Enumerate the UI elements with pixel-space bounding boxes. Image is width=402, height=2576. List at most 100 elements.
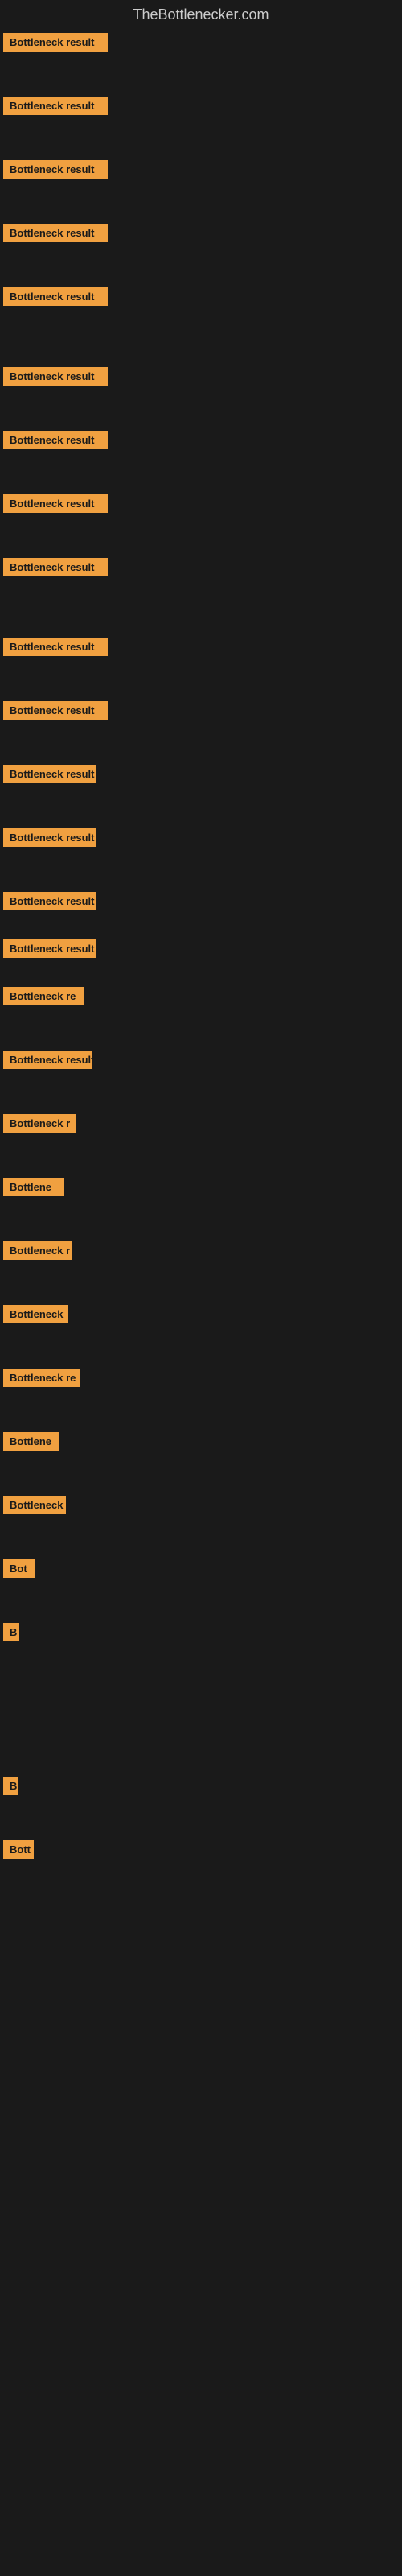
bottleneck-result-label[interactable]: Bottleneck result xyxy=(3,701,108,720)
bottleneck-result-label[interactable]: Bottlene xyxy=(3,1178,64,1196)
spacer xyxy=(0,312,402,328)
bottleneck-item: Bottleneck result xyxy=(0,424,402,456)
bottleneck-item: Bottleneck result xyxy=(0,217,402,249)
bottleneck-result-label[interactable]: Bottleneck xyxy=(3,1496,66,1514)
bottleneck-item: Bottleneck re xyxy=(0,980,402,1012)
bottom-spacer xyxy=(0,1865,402,2348)
bottleneck-result-label[interactable]: Bottleneck xyxy=(3,1305,68,1323)
bottleneck-result-label[interactable]: Bottleneck result xyxy=(3,494,108,513)
bottleneck-result-label[interactable]: B xyxy=(3,1777,18,1795)
bottleneck-item: Bottleneck result xyxy=(0,695,402,726)
bottleneck-item: Bottleneck result xyxy=(0,361,402,392)
spacer xyxy=(0,1537,402,1553)
spacer xyxy=(0,265,402,281)
spacer xyxy=(0,1282,402,1298)
spacer xyxy=(0,869,402,886)
spacer xyxy=(0,535,402,551)
bottleneck-item: Bottleneck result xyxy=(0,551,402,583)
items-container: Bottleneck result Bottleneck result Bottle… xyxy=(0,27,402,2348)
spacer xyxy=(0,1722,402,1738)
bottleneck-result-label[interactable]: Bottleneck result xyxy=(3,892,96,910)
spacer xyxy=(0,1155,402,1171)
bottleneck-item: Bottleneck result xyxy=(0,1044,402,1075)
bottleneck-item: Bottleneck result xyxy=(0,631,402,663)
spacer xyxy=(0,790,402,806)
bottleneck-item: Bottlene xyxy=(0,1171,402,1203)
bottleneck-result-label[interactable]: Bottleneck result xyxy=(3,939,96,958)
spacer xyxy=(0,615,402,631)
bottleneck-item: Bottleneck xyxy=(0,1298,402,1330)
spacer xyxy=(0,328,402,345)
bottleneck-result-label[interactable]: Bottleneck result xyxy=(3,367,108,386)
bottleneck-result-label[interactable]: Bottleneck result xyxy=(3,287,108,306)
bottleneck-result-label[interactable]: Bottleneck result xyxy=(3,765,96,783)
bottleneck-item: Bottleneck r xyxy=(0,1108,402,1139)
spacer xyxy=(0,392,402,408)
spacer xyxy=(0,663,402,679)
spacer xyxy=(0,472,402,488)
bottleneck-result-label[interactable]: Bottleneck result xyxy=(3,97,108,115)
spacer xyxy=(0,408,402,424)
spacer xyxy=(0,1203,402,1219)
spacer xyxy=(0,806,402,822)
spacer xyxy=(0,599,402,615)
spacer xyxy=(0,1393,402,1410)
bottleneck-item: Bottlene xyxy=(0,1426,402,1457)
spacer xyxy=(0,74,402,90)
spacer xyxy=(0,456,402,472)
bottleneck-result-label[interactable]: Bottleneck result xyxy=(3,33,108,52)
bottleneck-result-label[interactable]: B xyxy=(3,1623,19,1641)
bottleneck-item: Bottleneck result xyxy=(0,154,402,185)
spacer xyxy=(0,1410,402,1426)
bottleneck-result-label[interactable]: Bottleneck result xyxy=(3,160,108,179)
bottleneck-result-label[interactable]: Bottleneck result xyxy=(3,431,108,449)
bottleneck-result-label[interactable]: Bott xyxy=(3,1840,34,1859)
spacer xyxy=(0,1473,402,1489)
spacer xyxy=(0,1219,402,1235)
site-title-container: TheBottlenecker.com xyxy=(0,0,402,27)
bottleneck-item: B xyxy=(0,1770,402,1802)
spacer xyxy=(0,853,402,869)
bottleneck-item: B xyxy=(0,1616,402,1648)
bottleneck-result-label[interactable]: Bottleneck result xyxy=(3,638,108,656)
bottleneck-result-label[interactable]: Bottlene xyxy=(3,1432,59,1451)
bottleneck-result-label[interactable]: Bottleneck result xyxy=(3,828,96,847)
spacer xyxy=(0,1738,402,1754)
bottleneck-item: Bott xyxy=(0,1834,402,1865)
spacer xyxy=(0,1664,402,1680)
spacer xyxy=(0,1818,402,1834)
spacer xyxy=(0,742,402,758)
bottleneck-item: Bottleneck r xyxy=(0,1235,402,1266)
spacer xyxy=(0,917,402,933)
bottleneck-result-label[interactable]: Bottleneck re xyxy=(3,987,84,1005)
spacer xyxy=(0,1028,402,1044)
spacer xyxy=(0,1092,402,1108)
bottleneck-result-label[interactable]: Bottleneck r xyxy=(3,1241,72,1260)
site-title: TheBottlenecker.com xyxy=(0,0,402,27)
spacer xyxy=(0,201,402,217)
bottleneck-result-label[interactable]: Bottleneck result xyxy=(3,224,108,242)
spacer xyxy=(0,185,402,201)
bottleneck-result-label[interactable]: Bottleneck re xyxy=(3,1368,80,1387)
bottleneck-result-label[interactable]: Bot xyxy=(3,1559,35,1578)
spacer xyxy=(0,583,402,599)
spacer xyxy=(0,249,402,265)
spacer xyxy=(0,122,402,138)
spacer xyxy=(0,1648,402,1664)
spacer xyxy=(0,345,402,361)
bottleneck-result-label[interactable]: Bottleneck result xyxy=(3,558,108,576)
spacer xyxy=(0,1266,402,1282)
bottleneck-result-label[interactable]: Bottleneck result xyxy=(3,1051,92,1069)
spacer xyxy=(0,1680,402,1696)
spacer xyxy=(0,1012,402,1028)
bottleneck-item xyxy=(0,1696,402,1722)
bottleneck-item: Bottleneck result xyxy=(0,822,402,853)
spacer xyxy=(0,58,402,74)
spacer xyxy=(0,964,402,980)
spacer xyxy=(0,1457,402,1473)
spacer xyxy=(0,519,402,535)
bottleneck-result-label[interactable]: Bottleneck r xyxy=(3,1114,76,1133)
bottleneck-item: Bottleneck result xyxy=(0,886,402,917)
bottleneck-item: Bottleneck result xyxy=(0,933,402,964)
bottleneck-item: Bottleneck xyxy=(0,1489,402,1521)
